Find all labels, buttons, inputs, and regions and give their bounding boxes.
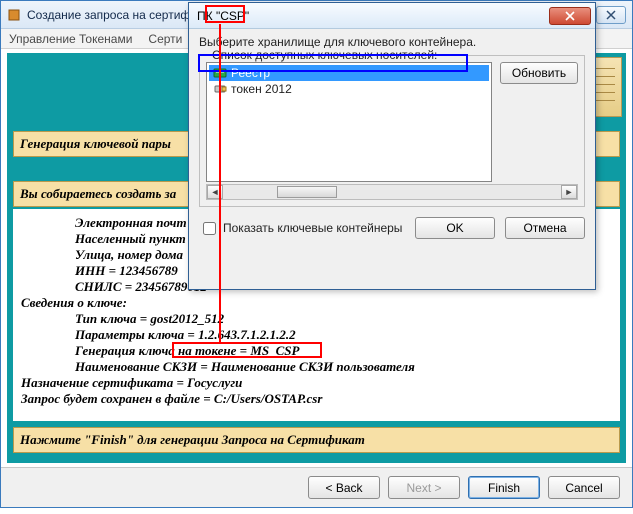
scroll-thumb[interactable] xyxy=(277,186,337,198)
carriers-list[interactable]: Реестр токен 2012 xyxy=(206,62,492,182)
carriers-legend: Список доступных ключевых носителей: xyxy=(208,48,441,62)
dialog-cancel-button[interactable]: Отмена xyxy=(505,217,585,239)
dialog-close-button[interactable] xyxy=(549,7,591,25)
carrier-item-label: Реестр xyxy=(231,66,270,80)
finish-button[interactable]: Finish xyxy=(468,476,540,499)
back-button[interactable]: < Back xyxy=(308,476,380,499)
csp-dialog: ПК "CSP" Выберите хранилище для ключевог… xyxy=(188,2,596,290)
detail-save-path: Запрос будет сохранен в файле = C:/Users… xyxy=(21,391,612,407)
dialog-body: Выберите хранилище для ключевого контейн… xyxy=(189,29,595,245)
detail-skzi-name: Наименование СКЗИ = Наименование СКЗИ по… xyxy=(21,359,612,375)
detail-purpose: Назначение сертификата = Госуслуги xyxy=(21,375,612,391)
menu-certs[interactable]: Серти xyxy=(148,32,182,46)
menu-tokens[interactable]: Управление Токенами xyxy=(9,32,132,46)
cancel-button[interactable]: Cancel xyxy=(548,476,620,499)
scroll-right-button[interactable]: ► xyxy=(561,185,577,199)
next-button: Next > xyxy=(388,476,460,499)
carriers-fieldset: Список доступных ключевых носителей: Рее… xyxy=(199,55,585,207)
token-icon xyxy=(213,82,227,96)
registry-icon xyxy=(213,66,227,80)
detail-key-heading: Сведения о ключе: xyxy=(21,295,612,311)
app-icon xyxy=(7,8,21,22)
carrier-item-label: токен 2012 xyxy=(231,82,292,96)
show-containers-checkbox[interactable]: Показать ключевые контейнеры xyxy=(199,219,405,238)
dialog-title: ПК "CSP" xyxy=(197,9,549,23)
section-finish-hint: Нажмите "Finish" для генерации Запроса н… xyxy=(13,427,620,453)
main-close-button[interactable] xyxy=(596,6,626,24)
detail-key-params: Параметры ключа = 1.2.643.7.1.2.1.2.2 xyxy=(21,327,612,343)
dialog-titlebar[interactable]: ПК "CSP" xyxy=(189,3,595,29)
carriers-hscrollbar[interactable]: ◄ ► xyxy=(206,184,578,200)
dialog-prompt: Выберите хранилище для ключевого контейн… xyxy=(199,35,585,49)
carrier-item-token2012[interactable]: токен 2012 xyxy=(209,81,489,97)
show-containers-label: Показать ключевые контейнеры xyxy=(223,221,402,235)
show-containers-input[interactable] xyxy=(203,222,216,235)
detail-key-type: Тип ключа = gost2012_512 xyxy=(21,311,612,327)
dialog-ok-button[interactable]: OK xyxy=(415,217,495,239)
detail-key-on-token: Генерация ключа на токене = MS_CSP xyxy=(21,343,612,359)
refresh-button[interactable]: Обновить xyxy=(500,62,578,84)
wizard-footer: < Back Next > Finish Cancel xyxy=(1,467,632,507)
carrier-item-registry[interactable]: Реестр xyxy=(209,65,489,81)
scroll-left-button[interactable]: ◄ xyxy=(207,185,223,199)
